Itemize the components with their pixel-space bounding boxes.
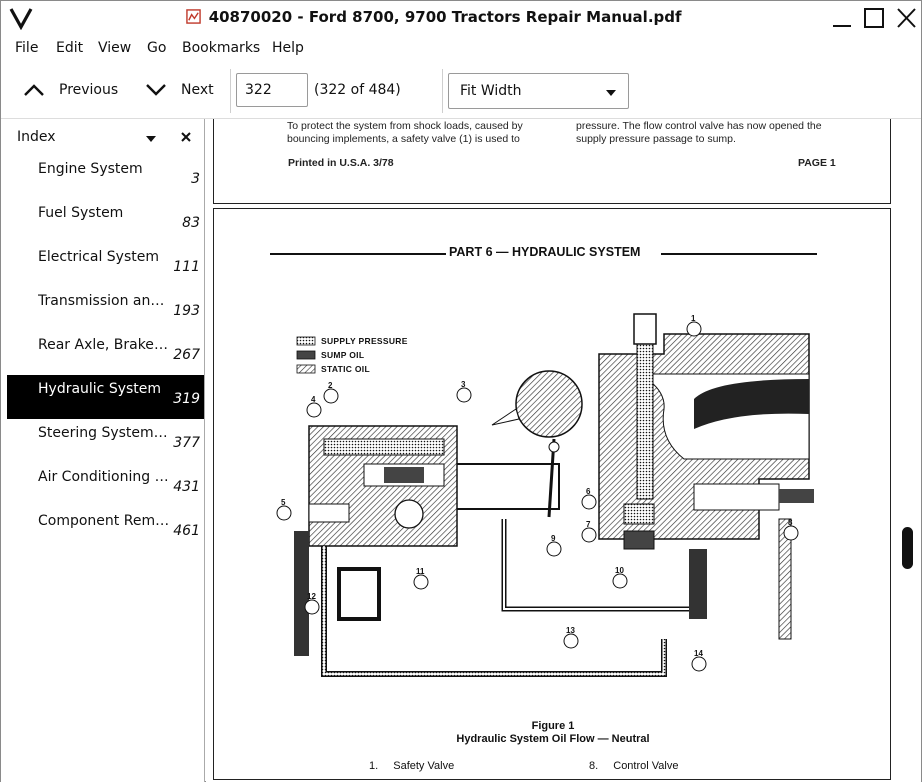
menu-file[interactable]: File — [15, 40, 38, 56]
page-text-left: To protect the system from shock loads, … — [287, 120, 523, 145]
figure-list-item: 8. Control Valve — [589, 760, 679, 772]
menu-help[interactable]: Help — [272, 40, 304, 56]
menu-bookmarks[interactable]: Bookmarks — [182, 40, 260, 56]
scrollbar-thumb[interactable] — [902, 527, 913, 569]
window-title: 40870020 - Ford 8700, 9700 Tractors Repa… — [208, 8, 682, 26]
part-title: PART 6 — HYDRAULIC SYSTEM — [446, 245, 644, 259]
index-item-label: Rear Axle, Brakes, ... — [38, 337, 170, 353]
document-view[interactable]: To protect the system from shock loads, … — [206, 119, 921, 782]
title-rule-right — [661, 253, 817, 255]
callout-12: 12 — [307, 592, 316, 601]
index-item-label: Air Conditioning a... — [38, 469, 170, 485]
toolbar: Previous Next (322 of 484) Fit Width — [1, 63, 921, 119]
maximize-icon[interactable] — [861, 6, 887, 30]
callout-13: 13 — [566, 626, 575, 635]
figure-number: Figure 1 — [531, 720, 575, 732]
index-item-page: 431 — [173, 479, 200, 495]
toolbar-separator — [230, 69, 231, 113]
sidebar-title: Index — [17, 129, 56, 145]
chevron-up-icon — [24, 84, 44, 96]
index-item-electrical-system[interactable]: Electrical System 111 — [7, 243, 204, 287]
index-item-rear-axle[interactable]: Rear Axle, Brakes, ... 267 — [7, 331, 204, 375]
zoom-value: Fit Width — [460, 83, 522, 99]
index-item-component-removal[interactable]: Component Remo... 461 — [7, 507, 204, 551]
index-item-page: 111 — [173, 259, 200, 275]
index-item-page: 193 — [173, 303, 200, 319]
callout-11: 11 — [416, 567, 425, 576]
pdf-page-current: PART 6 — HYDRAULIC SYSTEM SUPPLY PRESSUR… — [213, 208, 891, 780]
app-window: 40870020 - Ford 8700, 9700 Tractors Repa… — [0, 0, 922, 782]
callout-5: 5 — [281, 498, 286, 507]
index-item-fuel-system[interactable]: Fuel System 83 — [7, 199, 204, 243]
index-item-transmission[interactable]: Transmission and ... 193 — [7, 287, 204, 331]
callout-2: 2 — [328, 381, 333, 390]
callout-14: 14 — [694, 649, 703, 658]
callout-6: 6 — [586, 487, 591, 496]
index-item-hydraulic-system[interactable]: Hydraulic System 319 — [7, 375, 204, 419]
page-number-input[interactable] — [236, 73, 308, 107]
menu-edit[interactable]: Edit — [56, 40, 83, 56]
index-item-page: 461 — [173, 523, 200, 539]
index-item-label: Component Remo... — [38, 513, 170, 529]
callout-9: 9 — [551, 534, 556, 543]
index-item-page: 3 — [191, 171, 200, 187]
index-item-label: Transmission and ... — [38, 293, 170, 309]
next-button[interactable]: Next — [145, 78, 214, 102]
index-item-label: Hydraulic System — [38, 381, 162, 397]
menu-bar: File Edit View Go Bookmarks Help — [1, 35, 921, 61]
previous-label: Previous — [59, 82, 119, 98]
index-item-page: 267 — [173, 347, 200, 363]
index-item-engine-system[interactable]: Engine System 3 — [7, 155, 204, 199]
menu-go[interactable]: Go — [147, 40, 166, 56]
callout-8: 8 — [788, 518, 793, 527]
document-scrollbar[interactable] — [898, 119, 921, 782]
sidebar-close-icon[interactable] — [179, 130, 193, 144]
page-text-right: pressure. The flow control valve has now… — [576, 120, 822, 145]
index-item-label: Steering System, ... — [38, 425, 170, 441]
index-item-label: Fuel System — [38, 205, 124, 221]
callout-10: 10 — [615, 566, 624, 575]
figure-title: Hydraulic System Oil Flow — Neutral — [456, 733, 650, 745]
dropdown-caret-icon — [606, 90, 616, 96]
toolbar-separator — [442, 69, 443, 113]
callout-3: 3 — [461, 380, 466, 389]
previous-button[interactable]: Previous — [23, 78, 118, 102]
zoom-select[interactable]: Fit Width — [448, 73, 629, 109]
next-label: Next — [181, 82, 214, 98]
pdf-page-previous: To protect the system from shock loads, … — [213, 119, 891, 204]
index-item-steering-system[interactable]: Steering System, ... 377 — [7, 419, 204, 463]
menu-view[interactable]: View — [98, 40, 131, 56]
index-item-page: 83 — [182, 215, 200, 231]
figure-list-item: 1. Safety Valve — [369, 760, 455, 772]
callout-4: 4 — [311, 395, 316, 404]
window-title-wrap: 40870020 - Ford 8700, 9700 Tractors Repa… — [1, 8, 867, 26]
pdf-file-icon — [186, 9, 202, 24]
index-item-page: 377 — [173, 435, 200, 451]
index-item-label: Engine System — [38, 161, 143, 177]
sidebar-header: Index — [1, 119, 205, 155]
sidebar-dropdown-icon[interactable] — [146, 136, 156, 142]
page-count-label: (322 of 484) — [314, 82, 401, 98]
index-item-label: Electrical System — [38, 249, 160, 265]
title-bar: 40870020 - Ford 8700, 9700 Tractors Repa… — [1, 1, 921, 35]
page-footer-print: Printed in U.S.A. 3/78 — [288, 157, 394, 169]
minimize-icon[interactable] — [829, 6, 855, 30]
close-window-icon[interactable] — [893, 6, 919, 30]
page-footer-number: PAGE 1 — [798, 157, 836, 169]
index-item-air-conditioning[interactable]: Air Conditioning a... 431 — [7, 463, 204, 507]
index-list: Engine System 3 Fuel System 83 Electrica… — [7, 155, 204, 551]
sidebar: Index Engine System 3 Fuel System 83 Ele… — [1, 119, 205, 782]
title-rule-left — [270, 253, 450, 255]
chevron-down-icon — [146, 84, 166, 96]
index-item-page: 319 — [173, 391, 200, 407]
diagram-callouts: 1 2 3 4 5 6 7 8 9 10 11 12 13 14 — [264, 299, 834, 679]
callout-1: 1 — [691, 314, 696, 323]
callout-7: 7 — [586, 520, 591, 529]
